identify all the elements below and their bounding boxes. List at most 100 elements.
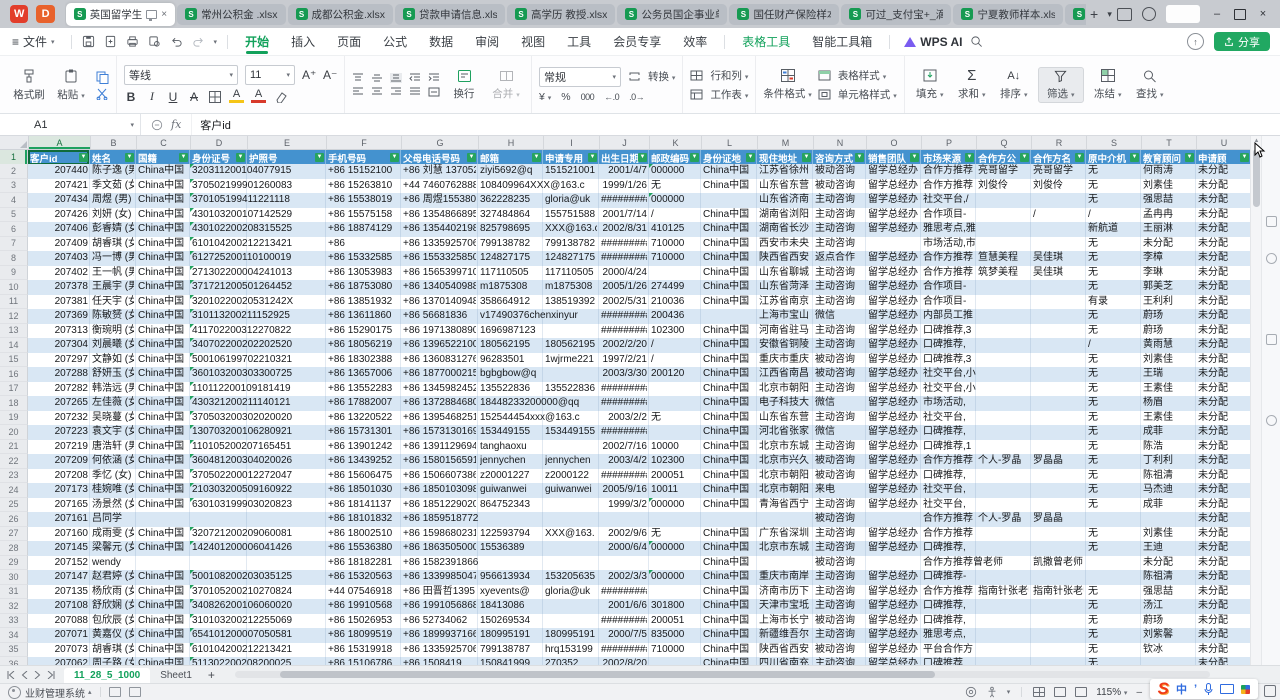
row-header-22[interactable]: 22: [0, 454, 28, 469]
cell[interactable]: China中国: [701, 237, 757, 252]
cell[interactable]: 无: [1086, 164, 1141, 179]
cell[interactable]: 吴晓蔓 (女: [90, 411, 136, 426]
column-header-Q[interactable]: Q: [977, 136, 1032, 149]
cell[interactable]: China中国: [701, 338, 757, 353]
cell[interactable]: 110112200109181419: [190, 382, 247, 397]
prev-sheet-icon[interactable]: [21, 671, 28, 679]
cell[interactable]: 孟冉冉: [1141, 208, 1196, 223]
cell[interactable]: 无: [1086, 425, 1141, 440]
cell[interactable]: 舒欣娴 (女: [90, 599, 136, 614]
cell[interactable]: 无: [1086, 599, 1141, 614]
cell[interactable]: 黄雨慧: [1141, 338, 1196, 353]
cell[interactable]: 207378: [28, 280, 90, 295]
cell[interactable]: 留学总经办: [866, 454, 921, 469]
redo-icon[interactable]: [192, 35, 205, 48]
cell[interactable]: +86 18099519: [326, 628, 401, 643]
cell[interactable]: +86 18753080: [326, 280, 401, 295]
keyboard-icon[interactable]: [1220, 684, 1234, 694]
cell[interactable]: XXX@163.: [543, 527, 599, 542]
cell[interactable]: 207088: [28, 614, 90, 629]
thousands-separator-button[interactable]: 000: [581, 92, 595, 102]
cell[interactable]: 刘俊伶: [976, 179, 1031, 194]
cell[interactable]: 271302200004241013: [190, 266, 247, 281]
cell[interactable]: 胡睿琪 (女: [90, 643, 136, 658]
cell[interactable]: 2002/8/31: [599, 222, 649, 237]
cell[interactable]: 留学总经办: [866, 585, 921, 600]
cell[interactable]: 留学总经办: [866, 251, 921, 266]
cell[interactable]: 来电: [813, 483, 866, 498]
cell[interactable]: 370105199411221118: [190, 193, 247, 208]
filter-dropdown-icon[interactable]: ▼: [236, 153, 245, 162]
cell[interactable]: 2002/5/31: [599, 295, 649, 310]
cell[interactable]: 口碑推荐,: [921, 599, 976, 614]
cell[interactable]: 主动咨询: [813, 338, 866, 353]
cell[interactable]: 无: [1086, 585, 1141, 600]
cell[interactable]: China中国: [701, 469, 757, 484]
normal-view-icon[interactable]: [1033, 687, 1045, 697]
cell[interactable]: 主动咨询: [813, 570, 866, 585]
cut-icon[interactable]: [95, 88, 109, 100]
cell[interactable]: +86 1396522100: [401, 338, 478, 353]
cell[interactable]: China中国: [701, 164, 757, 179]
sidebar-icon-4[interactable]: [1266, 415, 1277, 426]
cell[interactable]: 袁文宇 (女: [90, 425, 136, 440]
cell[interactable]: /: [649, 208, 701, 223]
cell[interactable]: China中国: [701, 599, 757, 614]
insert-function-icon[interactable]: fx: [171, 118, 181, 131]
cell[interactable]: 留学总经办: [866, 643, 921, 658]
align-middle-icon[interactable]: [371, 73, 383, 83]
cell[interactable]: 1999/3/2: [599, 498, 649, 513]
row-header-23[interactable]: 23: [0, 469, 28, 484]
cell[interactable]: 500108200203035125: [190, 570, 247, 585]
cell[interactable]: 未分配: [1196, 280, 1251, 295]
cell[interactable]: China中国: [136, 396, 190, 411]
cell[interactable]: 无: [1086, 309, 1141, 324]
row-header-9[interactable]: 9: [0, 266, 28, 281]
cell[interactable]: 2001/7/14: [599, 208, 649, 223]
cell[interactable]: 赵君婷 (女: [90, 570, 136, 585]
docer-icon[interactable]: D: [36, 5, 54, 23]
cell[interactable]: 无: [1086, 527, 1141, 542]
tab-公式[interactable]: 公式: [372, 28, 418, 55]
cell[interactable]: 济南市历下: [757, 585, 813, 600]
header-cell[interactable]: 销售团队▼: [866, 150, 921, 165]
cell[interactable]: +86 1339985047: [401, 570, 478, 585]
cell[interactable]: 370503200302020020: [190, 411, 247, 426]
select-all-corner[interactable]: [0, 136, 29, 149]
cell[interactable]: +86 1335925706: [401, 643, 478, 658]
cell[interactable]: +86 1345982452: [401, 382, 478, 397]
cell[interactable]: 000000: [649, 541, 701, 556]
cell[interactable]: 864752343: [478, 498, 543, 513]
row-header-31[interactable]: 31: [0, 585, 28, 600]
cell[interactable]: 无: [1086, 193, 1141, 208]
cell[interactable]: 未分配: [1196, 425, 1251, 440]
cell[interactable]: 150841999: [478, 657, 543, 665]
cell[interactable]: 口碑推荐,: [921, 469, 976, 484]
cell[interactable]: 未分配: [1196, 628, 1251, 643]
cell[interactable]: +86 1877000215: [401, 367, 478, 382]
cell[interactable]: 主动咨询: [813, 266, 866, 281]
cell[interactable]: 主动咨询: [813, 222, 866, 237]
cell[interactable]: 周煜 (男): [90, 193, 136, 208]
cell[interactable]: +86 17882007: [326, 396, 401, 411]
cell[interactable]: 主动咨询: [813, 411, 866, 426]
cell[interactable]: 799138782: [478, 237, 543, 252]
cell[interactable]: +86 1971380890: [401, 324, 478, 339]
cell[interactable]: 207381: [28, 295, 90, 310]
cell[interactable]: 000000: [649, 570, 701, 585]
cell[interactable]: 180995191: [543, 628, 599, 643]
tab-工具[interactable]: 工具: [556, 28, 602, 55]
cell[interactable]: +86 18141137: [326, 498, 401, 513]
cell[interactable]: 留学总经办: [866, 338, 921, 353]
cell[interactable]: 207161: [28, 512, 90, 527]
cell[interactable]: 430321200211140121: [190, 396, 247, 411]
cell[interactable]: 未分配: [1196, 266, 1251, 281]
cell[interactable]: 吴佳琪: [1031, 251, 1086, 266]
cell[interactable]: China中国: [701, 295, 757, 310]
cell[interactable]: China中国: [701, 643, 757, 658]
cell[interactable]: 122593794: [478, 527, 543, 542]
cell[interactable]: +86 15606475: [326, 469, 401, 484]
cell[interactable]: 李樟: [1141, 251, 1196, 266]
cell[interactable]: xyevents@: [478, 585, 543, 600]
cell[interactable]: 任天宇 (女: [90, 295, 136, 310]
